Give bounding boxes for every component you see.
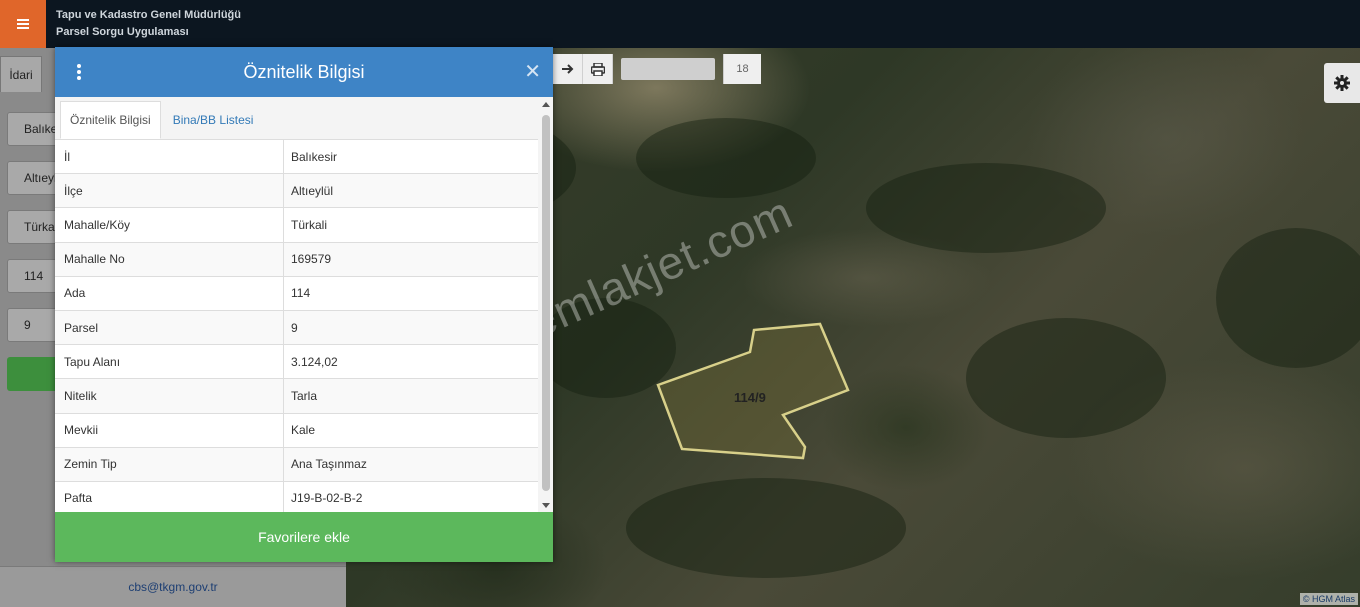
row-key: Ada <box>55 276 284 310</box>
tab-attribute-info[interactable]: Öznitelik Bilgisi <box>60 101 161 139</box>
parcel-label: 114/9 <box>734 390 766 405</box>
row-value: J19-B-02-B-2 <box>291 491 363 506</box>
modal-header: Öznitelik Bilgisi ✕ <box>55 47 553 97</box>
table-row: Mevkii Kale <box>55 413 538 448</box>
scroll-up-arrow-icon[interactable] <box>542 102 550 107</box>
app-title-line1: Tapu ve Kadastro Genel Müdürlüğü <box>56 9 241 21</box>
table-row: Ada 114 <box>55 276 538 311</box>
print-icon[interactable] <box>583 54 613 84</box>
attribute-modal: Öznitelik Bilgisi ✕ Öznitelik Bilgisi Bi… <box>55 47 553 562</box>
app-title: Tapu ve Kadastro Genel Müdürlüğü Parsel … <box>56 7 241 41</box>
attribute-table: İl Balıkesir İlçe Altıeylül Mahalle/Köy Tür… <box>55 139 538 512</box>
contact-email[interactable]: cbs@tkgm.gov.tr <box>0 566 346 607</box>
zoom-level: 18 <box>723 54 761 84</box>
modal-scrollbar[interactable] <box>541 97 551 512</box>
table-row: Mahalle/Köy Türkali <box>55 208 538 243</box>
row-key: Mahalle/Köy <box>55 208 284 242</box>
table-row: İl Balıkesir <box>55 140 538 175</box>
scroll-down-arrow-icon[interactable] <box>542 503 550 508</box>
modal-title: Öznitelik Bilgisi <box>243 61 365 82</box>
row-value: 3.124,02 <box>291 354 338 369</box>
kebab-menu-icon[interactable] <box>75 64 83 80</box>
row-value: Balıkesir <box>291 149 338 164</box>
add-to-favorites-button[interactable]: Favorilere ekle <box>55 512 553 562</box>
map-toolbar: 18 <box>553 54 761 84</box>
row-key: Mahalle No <box>55 242 284 276</box>
table-row: Pafta J19-B-02-B-2 <box>55 481 538 512</box>
row-value: Türkali <box>291 217 328 232</box>
gear-icon[interactable] <box>1324 63 1360 103</box>
hamburger-menu-icon[interactable] <box>0 0 46 48</box>
modal-tabs: Öznitelik Bilgisi Bina/BB Listesi <box>60 101 262 139</box>
row-value: 169579 <box>291 252 332 267</box>
modal-body: Öznitelik Bilgisi Bina/BB Listesi İl Balı… <box>55 97 553 512</box>
row-value: Ana Taşınmaz <box>291 457 367 472</box>
table-row: Tapu Alanı 3.124,02 <box>55 345 538 380</box>
table-row: Nitelik Tarla <box>55 379 538 414</box>
row-key: İl <box>55 140 284 174</box>
row-key: Tapu Alanı <box>55 345 284 379</box>
arrow-right-icon[interactable] <box>553 54 583 84</box>
row-value: Kale <box>291 423 316 438</box>
table-row: Zemin Tip Ana Taşınmaz <box>55 447 538 482</box>
map-search-input[interactable] <box>621 58 715 80</box>
close-icon[interactable]: ✕ <box>524 60 541 84</box>
row-key: Pafta <box>55 481 284 512</box>
row-value: Altıeylül <box>291 183 334 198</box>
row-key: Zemin Tip <box>55 447 284 481</box>
row-value: 114 <box>291 286 311 301</box>
row-key: Nitelik <box>55 379 284 413</box>
row-key: Parsel <box>55 310 284 345</box>
table-row: Parsel 9 <box>55 310 538 346</box>
scroll-thumb[interactable] <box>542 115 550 491</box>
row-value: 9 <box>291 320 298 335</box>
table-row: İlçe Altıeylül <box>55 174 538 209</box>
top-bar: Tapu ve Kadastro Genel Müdürlüğü Parsel … <box>0 0 1360 48</box>
app-title-line2: Parsel Sorgu Uygulaması <box>56 26 189 38</box>
row-key: İlçe <box>55 174 284 208</box>
tab-building-list[interactable]: Bina/BB Listesi <box>161 101 263 139</box>
row-key: Mevkii <box>55 413 284 447</box>
table-row: Mahalle No 169579 <box>55 242 538 277</box>
row-value: Tarla <box>291 388 318 403</box>
map-attribution[interactable]: © HGM Atlas <box>1299 593 1358 605</box>
tab-idari[interactable]: İdari <box>0 56 42 92</box>
